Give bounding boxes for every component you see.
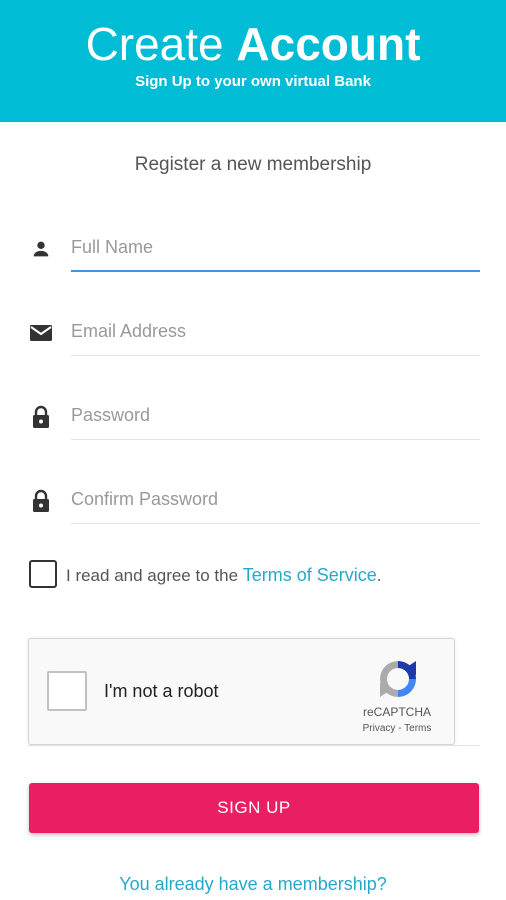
password-field xyxy=(28,390,480,440)
terms-suffix: . xyxy=(376,566,382,585)
envelope-icon xyxy=(28,320,54,346)
already-member-link[interactable]: You already have a membership? xyxy=(0,874,506,895)
full-name-field xyxy=(28,222,480,272)
title-bold: Account xyxy=(236,18,421,70)
recaptcha-widget: I'm not a robot reCAPTCHA Privacy - Term… xyxy=(28,638,455,745)
person-icon xyxy=(28,236,54,262)
terms-checkbox[interactable] xyxy=(29,560,57,588)
full-name-input[interactable] xyxy=(71,228,480,266)
header-banner: Create Account Sign Up to your own virtu… xyxy=(0,0,506,122)
password-underline xyxy=(71,439,480,440)
email-underline xyxy=(71,355,480,356)
recaptcha-brand: reCAPTCHA xyxy=(362,705,431,719)
page-title: Create Account xyxy=(0,18,506,70)
register-card: Register a new membership Full Name Emai… xyxy=(0,122,506,900)
email-input[interactable] xyxy=(71,312,480,350)
recaptcha-divider xyxy=(28,745,480,746)
full-name-underline xyxy=(71,270,480,272)
terms-of-service-link[interactable]: Terms of Service xyxy=(243,565,377,585)
lock-icon xyxy=(28,488,54,514)
title-light: Create xyxy=(85,18,224,70)
confirm-password-underline xyxy=(71,523,480,524)
recaptcha-label: I'm not a robot xyxy=(104,681,219,701)
email-field xyxy=(28,306,480,356)
terms-label: I read and agree to the Terms of Service… xyxy=(66,565,382,586)
confirm-password-input[interactable] xyxy=(71,480,480,518)
recaptcha-privacy-terms[interactable]: Privacy - Terms xyxy=(351,723,443,734)
lock-icon xyxy=(28,404,54,430)
password-input[interactable] xyxy=(71,396,480,434)
register-page: Create Account Sign Up to your own virtu… xyxy=(0,0,506,900)
page-subtitle: Sign Up to your own virtual Bank xyxy=(135,73,371,90)
form-heading: Register a new membership xyxy=(134,154,372,175)
recaptcha-checkbox[interactable] xyxy=(47,671,87,711)
terms-text: I read and agree to the xyxy=(66,566,243,585)
recaptcha-logo-icon xyxy=(374,655,422,703)
sign-up-button[interactable]: SIGN UP xyxy=(29,783,479,833)
confirm-password-field xyxy=(28,474,480,524)
terms-row: I read and agree to the Terms of Service… xyxy=(28,560,468,590)
